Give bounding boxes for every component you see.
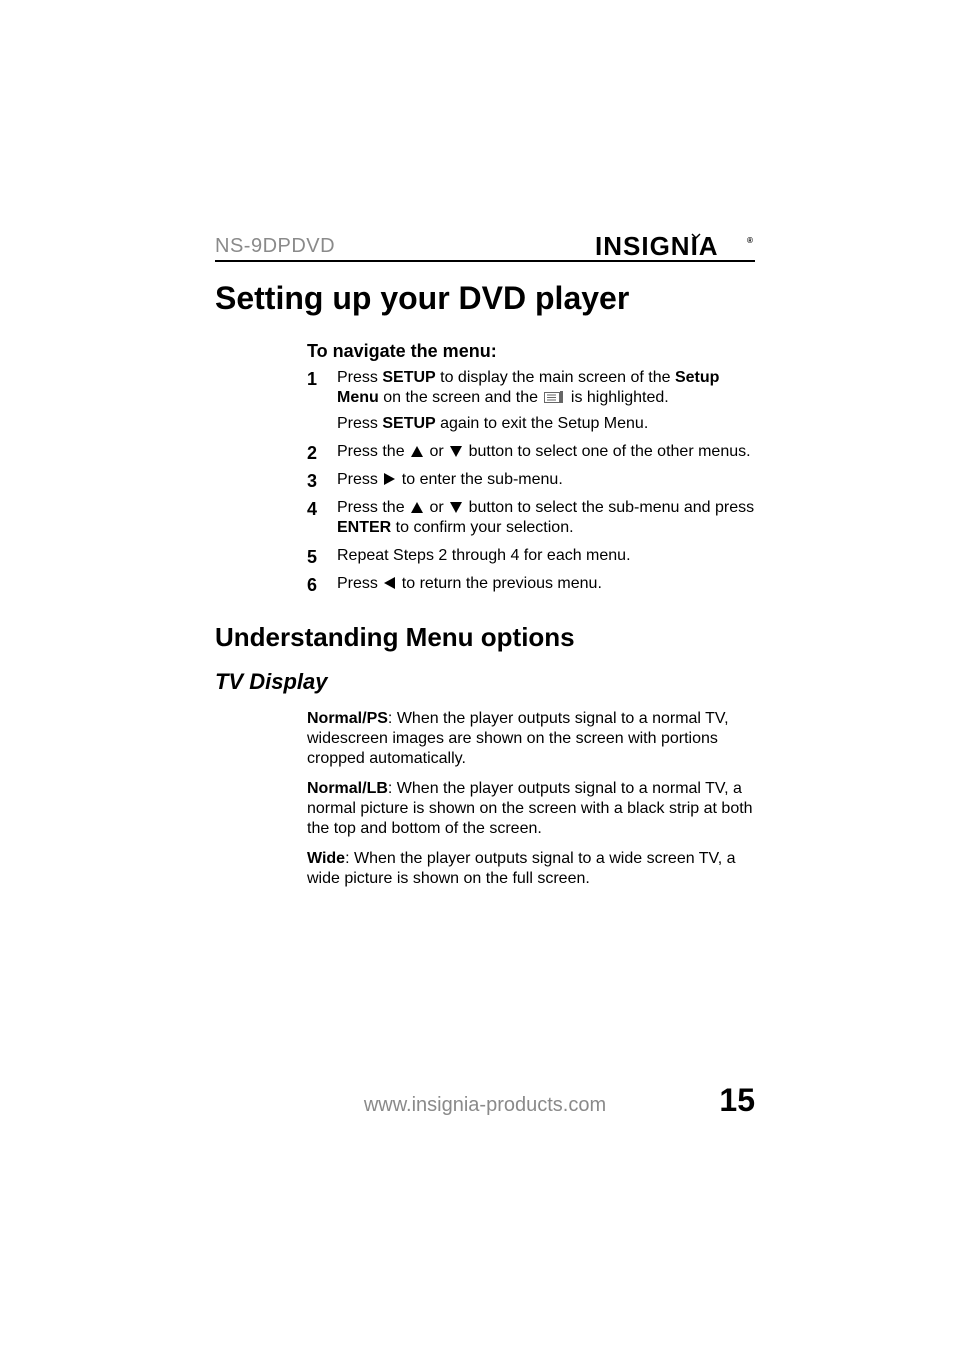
setup-key: SETUP xyxy=(382,415,435,432)
step-number: 3 xyxy=(307,470,317,493)
step-number: 4 xyxy=(307,498,317,521)
svg-text:®: ® xyxy=(747,236,754,245)
tv-wide: Wide: When the player outputs signal to … xyxy=(307,849,755,889)
navigate-heading: To navigate the menu: xyxy=(307,341,755,362)
text: Press the xyxy=(337,443,409,460)
subsection-heading: TV Display xyxy=(215,669,755,695)
tv-display-block: Normal/PS : When the player outputs signa… xyxy=(307,709,755,889)
text: Press xyxy=(337,369,382,386)
steps-list: 1 Press SETUP to display the main screen… xyxy=(307,368,755,594)
text: Repeat Steps 2 through 4 for each menu. xyxy=(337,547,631,564)
up-arrow-icon xyxy=(411,502,423,513)
brand-logo: INSIGNIA ® xyxy=(595,233,755,261)
option-label: Normal/PS xyxy=(307,710,388,727)
text: Press xyxy=(337,575,382,592)
text: Press xyxy=(337,415,382,432)
text: to enter the sub-menu. xyxy=(397,471,562,488)
step-4: 4 Press the or button to select the sub-… xyxy=(307,498,755,538)
option-desc: : When the player outputs signal to a wi… xyxy=(307,850,736,887)
text: to display the main screen of the xyxy=(436,369,675,386)
step-2: 2 Press the or button to select one of t… xyxy=(307,442,755,462)
step-number: 6 xyxy=(307,574,317,597)
page-title: Setting up your DVD player xyxy=(215,280,755,317)
model-number: NS-9DPDVD xyxy=(215,235,335,258)
left-arrow-icon xyxy=(384,577,395,589)
down-arrow-icon xyxy=(450,446,462,457)
text: Press the xyxy=(337,499,409,516)
down-arrow-icon xyxy=(450,502,462,513)
step-number: 5 xyxy=(307,546,317,569)
text: to confirm your selection. xyxy=(391,519,573,536)
step-5: 5 Repeat Steps 2 through 4 for each menu… xyxy=(307,546,755,566)
enter-key: ENTER xyxy=(337,519,391,536)
page-number: 15 xyxy=(695,1082,755,1119)
right-arrow-icon xyxy=(384,473,395,485)
text: Press xyxy=(337,471,382,488)
step-3: 3 Press to enter the sub-menu. xyxy=(307,470,755,490)
text: button to select the sub-menu and press xyxy=(464,499,754,516)
navigate-menu-block: To navigate the menu: 1 Press SETUP to d… xyxy=(307,341,755,594)
text: is highlighted. xyxy=(566,389,668,406)
step-6: 6 Press to return the previous menu. xyxy=(307,574,755,594)
option-label: Wide xyxy=(307,850,345,867)
up-arrow-icon xyxy=(411,446,423,457)
tv-normal-lb: Normal/LB: When the player outputs signa… xyxy=(307,779,755,839)
section-heading: Understanding Menu options xyxy=(215,622,755,653)
page-content: NS-9DPDVD INSIGNIA ® Setting up your DVD… xyxy=(215,230,755,899)
text: again to exit the Setup Menu. xyxy=(436,415,649,432)
footer-url: www.insignia-products.com xyxy=(275,1094,695,1117)
step-number: 2 xyxy=(307,442,317,465)
option-label: Normal/LB xyxy=(307,780,388,797)
menu-icon xyxy=(544,390,564,410)
text: or xyxy=(425,499,448,516)
svg-text:INSIGNIA: INSIGNIA xyxy=(595,233,719,261)
page-header: NS-9DPDVD INSIGNIA ® xyxy=(215,230,755,262)
page-footer: www.insignia-products.com 15 xyxy=(215,1082,755,1119)
tv-normal-ps: Normal/PS: When the player outputs signa… xyxy=(307,709,755,769)
step-number: 1 xyxy=(307,368,317,391)
text: to return the previous menu. xyxy=(397,575,602,592)
text: or xyxy=(425,443,448,460)
text: on the screen and the xyxy=(379,389,543,406)
setup-key: SETUP xyxy=(382,369,435,386)
text: button to select one of the other menus. xyxy=(464,443,750,460)
step-1: 1 Press SETUP to display the main screen… xyxy=(307,368,755,434)
